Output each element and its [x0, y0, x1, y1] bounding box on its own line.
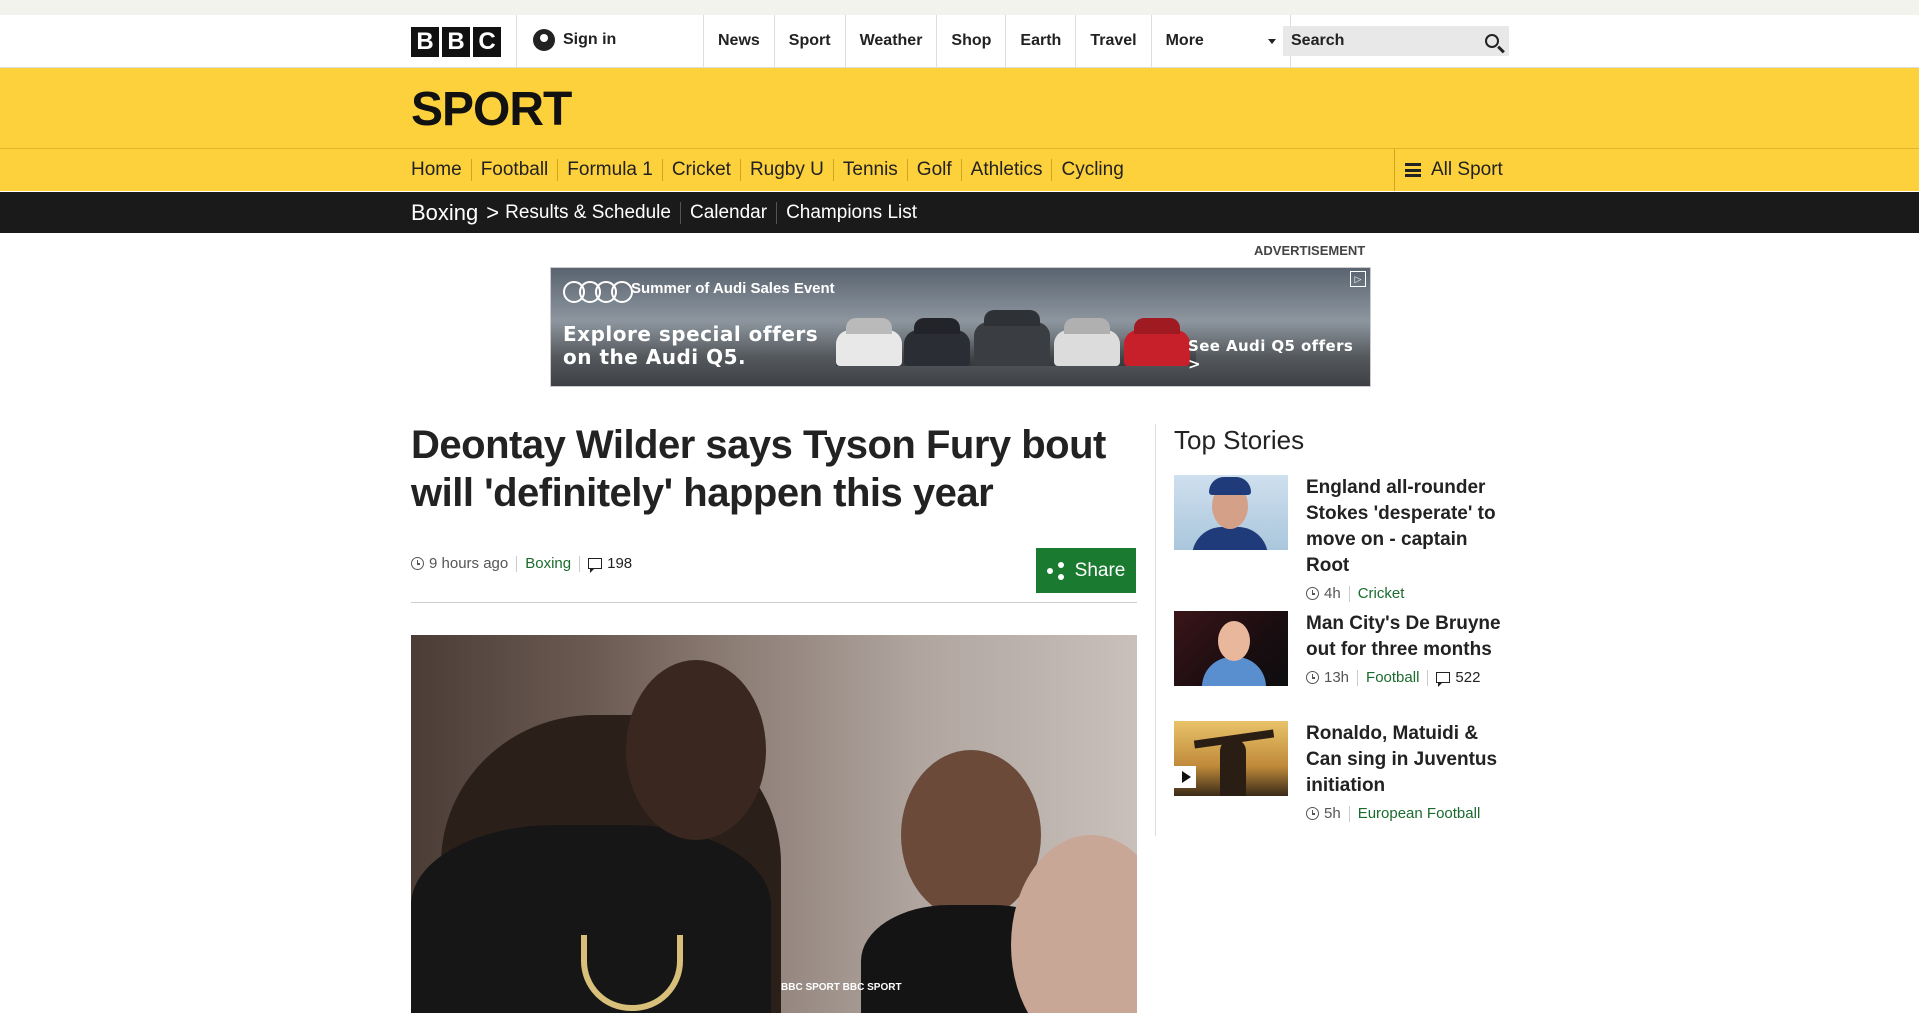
- advert-headline-line: Explore special offers: [563, 322, 819, 346]
- advert-event: Summer of Audi Sales Event: [631, 280, 835, 297]
- clock-icon: [411, 557, 424, 570]
- section-nav: Boxing > Results & Schedule Calendar Cha…: [0, 192, 1919, 233]
- browser-top-strip: [0, 0, 1919, 15]
- advert-cars-image: [836, 306, 1196, 366]
- top-stories-heading: Top Stories: [1174, 425, 1305, 455]
- story-time: 13h: [1324, 669, 1350, 686]
- sidebar-divider: [1155, 424, 1156, 836]
- story-thumbnail[interactable]: [1174, 475, 1288, 550]
- caret-down-icon: [1267, 38, 1276, 44]
- sport-nav-cricket[interactable]: Cricket: [661, 159, 740, 181]
- advert-cta[interactable]: See Audi Q5 offers >: [1188, 337, 1370, 373]
- clock-icon: [1306, 587, 1319, 600]
- comments-icon: [1436, 672, 1451, 687]
- story-tag[interactable]: European Football: [1358, 805, 1481, 822]
- article-title: Deontay Wilder says Tyson Fury bout will…: [411, 423, 1106, 515]
- story-meta: 5h European Football: [1306, 805, 1511, 822]
- story-meta: 13h Football 522: [1306, 669, 1511, 687]
- sport-nav-football[interactable]: Football: [470, 159, 558, 181]
- section-title-boxing[interactable]: Boxing: [411, 200, 478, 226]
- bbc-logo-letter: B: [442, 27, 470, 57]
- story-headline[interactable]: Ronaldo, Matuidi & Can sing in Juventus …: [1306, 721, 1511, 799]
- all-sport-label: All Sport: [1431, 159, 1503, 180]
- adchoices-icon[interactable]: ▷: [1350, 271, 1366, 287]
- sport-nav: Home Football Formula 1 Cricket Rugby U …: [0, 149, 1919, 191]
- clock-icon: [1306, 671, 1319, 684]
- sport-nav-home[interactable]: Home: [411, 159, 471, 181]
- story-meta: 4h Cricket: [1306, 585, 1511, 602]
- story-thumbnail[interactable]: [1174, 721, 1288, 796]
- global-nav-weather[interactable]: Weather: [844, 15, 937, 67]
- sport-nav-rugby-union[interactable]: Rugby U: [739, 159, 833, 181]
- search-input[interactable]: [1289, 31, 1463, 51]
- article-hero-image: BBC SPORT BBC SPORT: [411, 635, 1137, 1013]
- advert-headline-line: on the Audi Q5.: [563, 345, 747, 369]
- share-label: Share: [1074, 559, 1126, 581]
- global-nav-earth[interactable]: Earth: [1005, 15, 1075, 67]
- comments-icon: [588, 558, 603, 573]
- more-label: More: [1165, 32, 1204, 49]
- bbc-masthead: B B C Sign in News Sport Weather Shop Ea…: [0, 15, 1919, 68]
- audi-rings-logo: [563, 281, 633, 303]
- section-nav-calendar[interactable]: Calendar: [679, 201, 776, 224]
- sport-nav-cycling[interactable]: Cycling: [1051, 159, 1132, 181]
- sport-title[interactable]: SPORT: [411, 82, 572, 137]
- bbc-logo-letter: C: [473, 27, 501, 57]
- all-sport-button[interactable]: All Sport: [1394, 149, 1509, 191]
- share-icon: [1046, 561, 1065, 580]
- story-headline[interactable]: Man City's De Bruyne out for three month…: [1306, 611, 1511, 663]
- menu-icon: [1405, 163, 1421, 177]
- global-nav-news[interactable]: News: [703, 15, 774, 67]
- share-button[interactable]: Share: [1036, 548, 1136, 593]
- sport-nav-golf[interactable]: Golf: [906, 159, 961, 181]
- global-nav: News Sport Weather Shop Earth Travel Mor…: [703, 15, 1291, 67]
- audi-advert[interactable]: Summer of Audi Sales Event Explore speci…: [550, 267, 1371, 387]
- sport-nav-tennis[interactable]: Tennis: [832, 159, 907, 181]
- sign-in-label: Sign in: [563, 31, 617, 48]
- article-tag[interactable]: Boxing: [525, 555, 571, 572]
- sport-nav-athletics[interactable]: Athletics: [960, 159, 1052, 181]
- bbc-logo[interactable]: B B C: [411, 27, 501, 57]
- search-icon[interactable]: [1485, 34, 1499, 48]
- section-nav-champions[interactable]: Champions List: [776, 201, 926, 224]
- user-icon: [533, 29, 555, 51]
- story-tag[interactable]: Football: [1366, 669, 1419, 686]
- story-time: 5h: [1324, 805, 1341, 822]
- comments-count[interactable]: 198: [607, 555, 632, 572]
- article-time: 9 hours ago: [429, 555, 509, 572]
- sign-in-link[interactable]: Sign in: [533, 29, 616, 51]
- chevron-right-icon: >: [486, 199, 500, 225]
- global-nav-travel[interactable]: Travel: [1075, 15, 1150, 67]
- masthead-divider: [516, 15, 517, 67]
- global-nav-more[interactable]: More: [1150, 15, 1291, 67]
- section-nav-results[interactable]: Results & Schedule: [505, 202, 680, 224]
- global-nav-shop[interactable]: Shop: [936, 15, 1005, 67]
- story-headline[interactable]: England all-rounder Stokes 'desperate' t…: [1306, 475, 1511, 579]
- global-nav-sport[interactable]: Sport: [773, 15, 845, 67]
- story-tag[interactable]: Cricket: [1358, 585, 1405, 602]
- play-icon[interactable]: [1174, 766, 1196, 788]
- image-watermark: BBC SPORT BBC SPORT: [781, 982, 902, 993]
- bbc-logo-letter: B: [411, 27, 439, 57]
- advert-headline: Explore special offers on the Audi Q5.: [563, 323, 818, 369]
- story-comments-count[interactable]: 522: [1455, 669, 1480, 686]
- article-meta: 9 hours ago Boxing 198: [411, 555, 632, 573]
- clock-icon: [1306, 807, 1319, 820]
- sport-header: SPORT: [0, 68, 1919, 149]
- story-thumbnail[interactable]: [1174, 611, 1288, 686]
- search-box: [1283, 26, 1509, 56]
- divider: [411, 602, 1137, 603]
- sport-nav-formula-1[interactable]: Formula 1: [557, 159, 662, 181]
- advertisement-label: ADVERTISEMENT: [1254, 243, 1366, 258]
- story-time: 4h: [1324, 585, 1341, 602]
